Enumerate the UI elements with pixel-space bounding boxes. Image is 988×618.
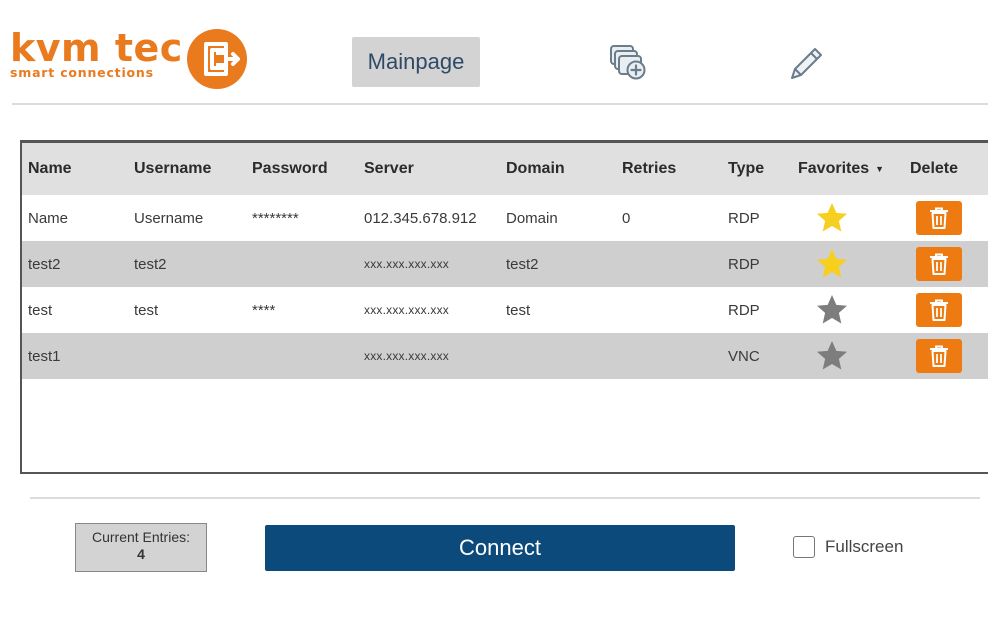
- logo-text: kvm tec smart connections: [10, 28, 183, 80]
- table-header: Name Username Password Server Domain Ret…: [22, 143, 988, 195]
- table-row[interactable]: test1 xxx.xxx.xxx.xxx VNC: [22, 333, 988, 379]
- cell-password: ********: [252, 209, 299, 227]
- column-header-delete: Delete: [910, 160, 959, 177]
- edit-button[interactable]: [782, 40, 828, 86]
- table-row[interactable]: test2 test2 xxx.xxx.xxx.xxx test2 RDP: [22, 241, 988, 287]
- cell-type: RDP: [728, 255, 760, 273]
- trash-icon: [930, 253, 948, 275]
- cell-retries: 0: [622, 209, 631, 227]
- column-header-favorites[interactable]: Favorites ▼: [798, 143, 884, 195]
- footer-divider: [30, 497, 980, 499]
- table-row[interactable]: Name Username ******** 012.345.678.912 D…: [22, 195, 988, 241]
- column-header-password[interactable]: Password: [252, 143, 328, 195]
- cell-username: test: [134, 301, 159, 319]
- kvm-tec-logo-mark-icon: [187, 29, 247, 89]
- delete-button[interactable]: [916, 339, 962, 373]
- kvm-tec-logo: kvm tec smart connections: [10, 28, 250, 94]
- add-connection-icon: [610, 45, 646, 80]
- mainpage-tab[interactable]: Mainpage: [352, 37, 480, 87]
- trash-icon: [930, 299, 948, 321]
- column-header-retries[interactable]: Retries: [622, 143, 676, 195]
- delete-button[interactable]: [916, 247, 962, 281]
- table-row[interactable]: test test **** xxx.xxx.xxx.xxx test RDP: [22, 287, 988, 333]
- cell-domain: test2: [506, 255, 539, 273]
- current-entries-box: Current Entries: 4: [75, 523, 207, 572]
- cell-name: test: [28, 301, 53, 319]
- cell-type: RDP: [728, 209, 760, 227]
- column-header-type[interactable]: Type: [728, 143, 764, 195]
- cell-username: Username: [134, 209, 204, 227]
- header-divider: [12, 103, 988, 105]
- favorite-star-icon[interactable]: [814, 200, 850, 236]
- column-header-name[interactable]: Name: [28, 143, 72, 195]
- cell-name: test2: [28, 255, 61, 273]
- cell-name: test1: [28, 347, 61, 365]
- connections-table: Name Username Password Server Domain Ret…: [20, 140, 988, 474]
- delete-button[interactable]: [916, 201, 962, 235]
- trash-icon: [930, 207, 948, 229]
- favorites-header-label: Favorites: [798, 160, 870, 177]
- cell-password: ****: [252, 301, 276, 319]
- current-entries-label: Current Entries:: [91, 529, 191, 545]
- cell-server: xxx.xxx.xxx.xxx: [364, 303, 450, 317]
- fullscreen-label: Fullscreen: [825, 537, 904, 556]
- current-entries-count: 4: [137, 546, 145, 562]
- fullscreen-checkbox-box[interactable]: [793, 536, 815, 558]
- cell-domain: test: [506, 301, 531, 319]
- favorite-star-icon[interactable]: [814, 338, 850, 374]
- cell-server: 012.345.678.912: [364, 209, 477, 227]
- trash-icon: [930, 345, 948, 367]
- add-connection-button[interactable]: [606, 40, 652, 86]
- connect-button[interactable]: Connect: [265, 525, 735, 571]
- delete-button[interactable]: [916, 293, 962, 327]
- fullscreen-checkbox[interactable]: Fullscreen: [793, 536, 903, 558]
- column-header-domain[interactable]: Domain: [506, 143, 565, 195]
- column-header-server[interactable]: Server: [364, 143, 414, 195]
- cell-server: xxx.xxx.xxx.xxx: [364, 257, 450, 271]
- cell-domain: Domain: [506, 209, 558, 227]
- cell-username: test2: [134, 255, 167, 273]
- column-header-username[interactable]: Username: [134, 143, 211, 195]
- sort-caret-icon: ▼: [875, 164, 885, 174]
- logo-brand-name: kvm tec: [10, 26, 183, 70]
- pencil-icon: [791, 48, 822, 79]
- favorite-star-icon[interactable]: [814, 292, 850, 328]
- favorite-star-icon[interactable]: [814, 246, 850, 282]
- cell-name: Name: [28, 209, 69, 227]
- cell-type: RDP: [728, 301, 760, 319]
- cell-server: xxx.xxx.xxx.xxx: [364, 349, 450, 363]
- cell-type: VNC: [728, 347, 760, 365]
